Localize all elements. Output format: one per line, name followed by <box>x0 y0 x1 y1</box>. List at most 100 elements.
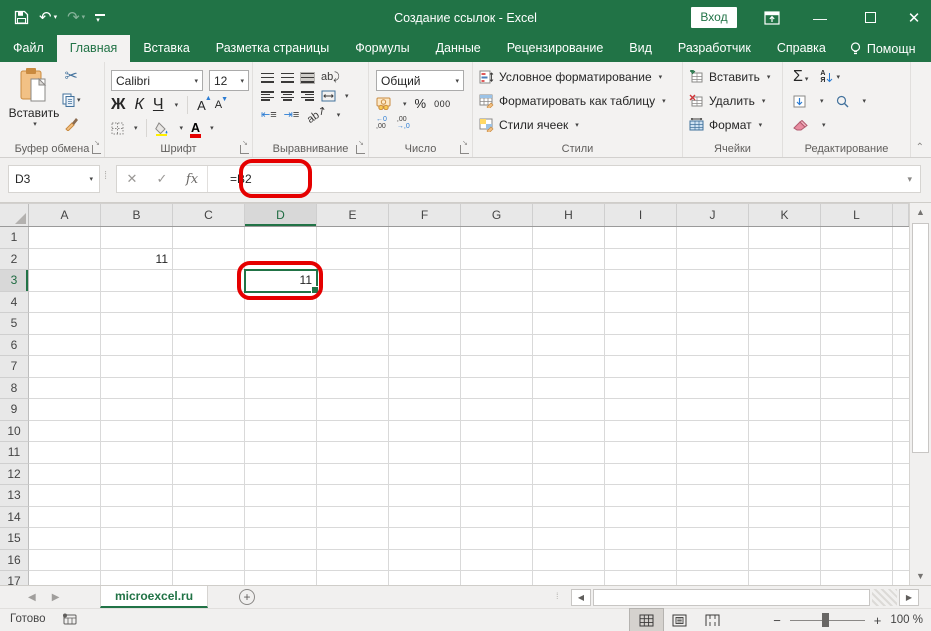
expand-formula-bar-icon[interactable]: ▾ <box>907 174 912 185</box>
cell-I9[interactable] <box>605 399 677 421</box>
wrap-text-button[interactable]: ab⤸ <box>321 71 340 84</box>
enter-icon[interactable]: ✓ <box>147 171 177 187</box>
italic-button[interactable]: К <box>134 96 143 114</box>
cell-B4[interactable] <box>101 291 173 313</box>
cell-E10[interactable] <box>317 420 389 442</box>
row-header-1[interactable]: 1 <box>0 227 29 249</box>
sheet-nav-left-icon[interactable]: ◀ <box>28 592 36 603</box>
cell-K14[interactable] <box>749 506 821 528</box>
font-dialog-launcher[interactable] <box>240 139 249 154</box>
cell-H1[interactable] <box>533 227 605 249</box>
cell-C14[interactable] <box>173 506 245 528</box>
cell-I4[interactable] <box>605 291 677 313</box>
cell-B3[interactable] <box>101 270 173 292</box>
merge-dropdown[interactable]: ▾ <box>345 92 349 100</box>
cell-A7[interactable] <box>29 356 101 378</box>
cell-E8[interactable] <box>317 377 389 399</box>
cell-I1[interactable] <box>605 227 677 249</box>
alignment-dialog-launcher[interactable] <box>356 139 365 154</box>
find-select-button[interactable] <box>836 95 849 108</box>
cell-H17[interactable] <box>533 571 605 585</box>
cell-G7[interactable] <box>461 356 533 378</box>
cell-D13[interactable] <box>245 485 317 507</box>
normal-view-button[interactable] <box>629 608 664 631</box>
comma-style-button[interactable]: 000 <box>434 99 451 109</box>
cancel-icon[interactable]: ✕ <box>117 171 147 187</box>
underline-button[interactable]: Ч <box>153 96 164 114</box>
cell-G5[interactable] <box>461 313 533 335</box>
cell-E13[interactable] <box>317 485 389 507</box>
cell-H12[interactable] <box>533 463 605 485</box>
cell-J4[interactable] <box>677 291 749 313</box>
cell-D7[interactable] <box>245 356 317 378</box>
zoom-in-button[interactable]: + <box>874 613 882 628</box>
cell-I6[interactable] <box>605 334 677 356</box>
cell-styles-button[interactable]: Стили ячеек ▾ <box>479 113 682 137</box>
conditional-formatting-button[interactable]: Условное форматирование ▾ <box>479 65 682 89</box>
align-top-button[interactable] <box>261 72 274 83</box>
cell-F10[interactable] <box>389 420 461 442</box>
format-as-table-button[interactable]: Форматировать как таблицу ▾ <box>479 89 682 113</box>
ribbon-display-options-icon[interactable] <box>757 0 787 35</box>
undo-button[interactable]: ↶ ▾ <box>39 10 57 25</box>
row-header-2[interactable]: 2 <box>0 248 29 270</box>
page-layout-view-button[interactable] <box>663 609 696 631</box>
cell-J13[interactable] <box>677 485 749 507</box>
cell-H10[interactable] <box>533 420 605 442</box>
cell-D14[interactable] <box>245 506 317 528</box>
cell-F7[interactable] <box>389 356 461 378</box>
column-header-J[interactable]: J <box>677 204 749 226</box>
cell-A14[interactable] <box>29 506 101 528</box>
sheet-tab-active[interactable]: microexcel.ru <box>100 586 209 608</box>
cell-J8[interactable] <box>677 377 749 399</box>
cell-C5[interactable] <box>173 313 245 335</box>
cell-E14[interactable] <box>317 506 389 528</box>
tab-разметка-страницы[interactable]: Разметка страницы <box>203 35 342 62</box>
cell-I14[interactable] <box>605 506 677 528</box>
delete-cells-button[interactable]: Удалить ▾ <box>689 89 782 113</box>
tab-assistant[interactable]: Помощн <box>839 35 927 62</box>
column-header-A[interactable]: A <box>29 204 101 226</box>
cell-D2[interactable] <box>245 248 317 270</box>
cell-D9[interactable] <box>245 399 317 421</box>
cell-D6[interactable] <box>245 334 317 356</box>
cell-L9[interactable] <box>821 399 893 421</box>
save-icon[interactable] <box>14 10 29 25</box>
cell-H5[interactable] <box>533 313 605 335</box>
clear-button[interactable] <box>793 119 808 131</box>
cell-G11[interactable] <box>461 442 533 464</box>
cell-G9[interactable] <box>461 399 533 421</box>
close-button[interactable]: ✕ <box>897 0 931 35</box>
cell-C13[interactable] <box>173 485 245 507</box>
vertical-scrollbar[interactable]: ▲ ▼ <box>909 203 931 585</box>
macro-record-icon[interactable] <box>62 613 77 625</box>
cell-B10[interactable] <box>101 420 173 442</box>
tab-файл[interactable]: Файл <box>0 35 57 62</box>
row-header-4[interactable]: 4 <box>0 291 29 313</box>
scroll-down-icon[interactable]: ▼ <box>910 567 931 585</box>
cell-E4[interactable] <box>317 291 389 313</box>
vertical-scrollbar-thumb[interactable] <box>912 223 929 453</box>
cell-I10[interactable] <box>605 420 677 442</box>
cell-G15[interactable] <box>461 528 533 550</box>
tab-формулы[interactable]: Формулы <box>342 35 422 62</box>
cell-I8[interactable] <box>605 377 677 399</box>
cell-I13[interactable] <box>605 485 677 507</box>
cell-A15[interactable] <box>29 528 101 550</box>
cell-C7[interactable] <box>173 356 245 378</box>
row-header-6[interactable]: 6 <box>0 334 29 356</box>
row-header-17[interactable]: 17 <box>0 571 29 585</box>
cell-L3[interactable] <box>821 270 893 292</box>
cell-I11[interactable] <box>605 442 677 464</box>
sort-filter-button[interactable]: АЯ ▾ <box>820 70 840 84</box>
cell-H6[interactable] <box>533 334 605 356</box>
column-header-D[interactable]: D <box>245 204 317 226</box>
cell-J1[interactable] <box>677 227 749 249</box>
align-center-button[interactable] <box>281 91 294 101</box>
cell-G3[interactable] <box>461 270 533 292</box>
cell-F12[interactable] <box>389 463 461 485</box>
cell-F4[interactable] <box>389 291 461 313</box>
insert-function-icon[interactable]: fx <box>177 172 207 187</box>
align-right-button[interactable] <box>301 91 314 101</box>
cell-J9[interactable] <box>677 399 749 421</box>
